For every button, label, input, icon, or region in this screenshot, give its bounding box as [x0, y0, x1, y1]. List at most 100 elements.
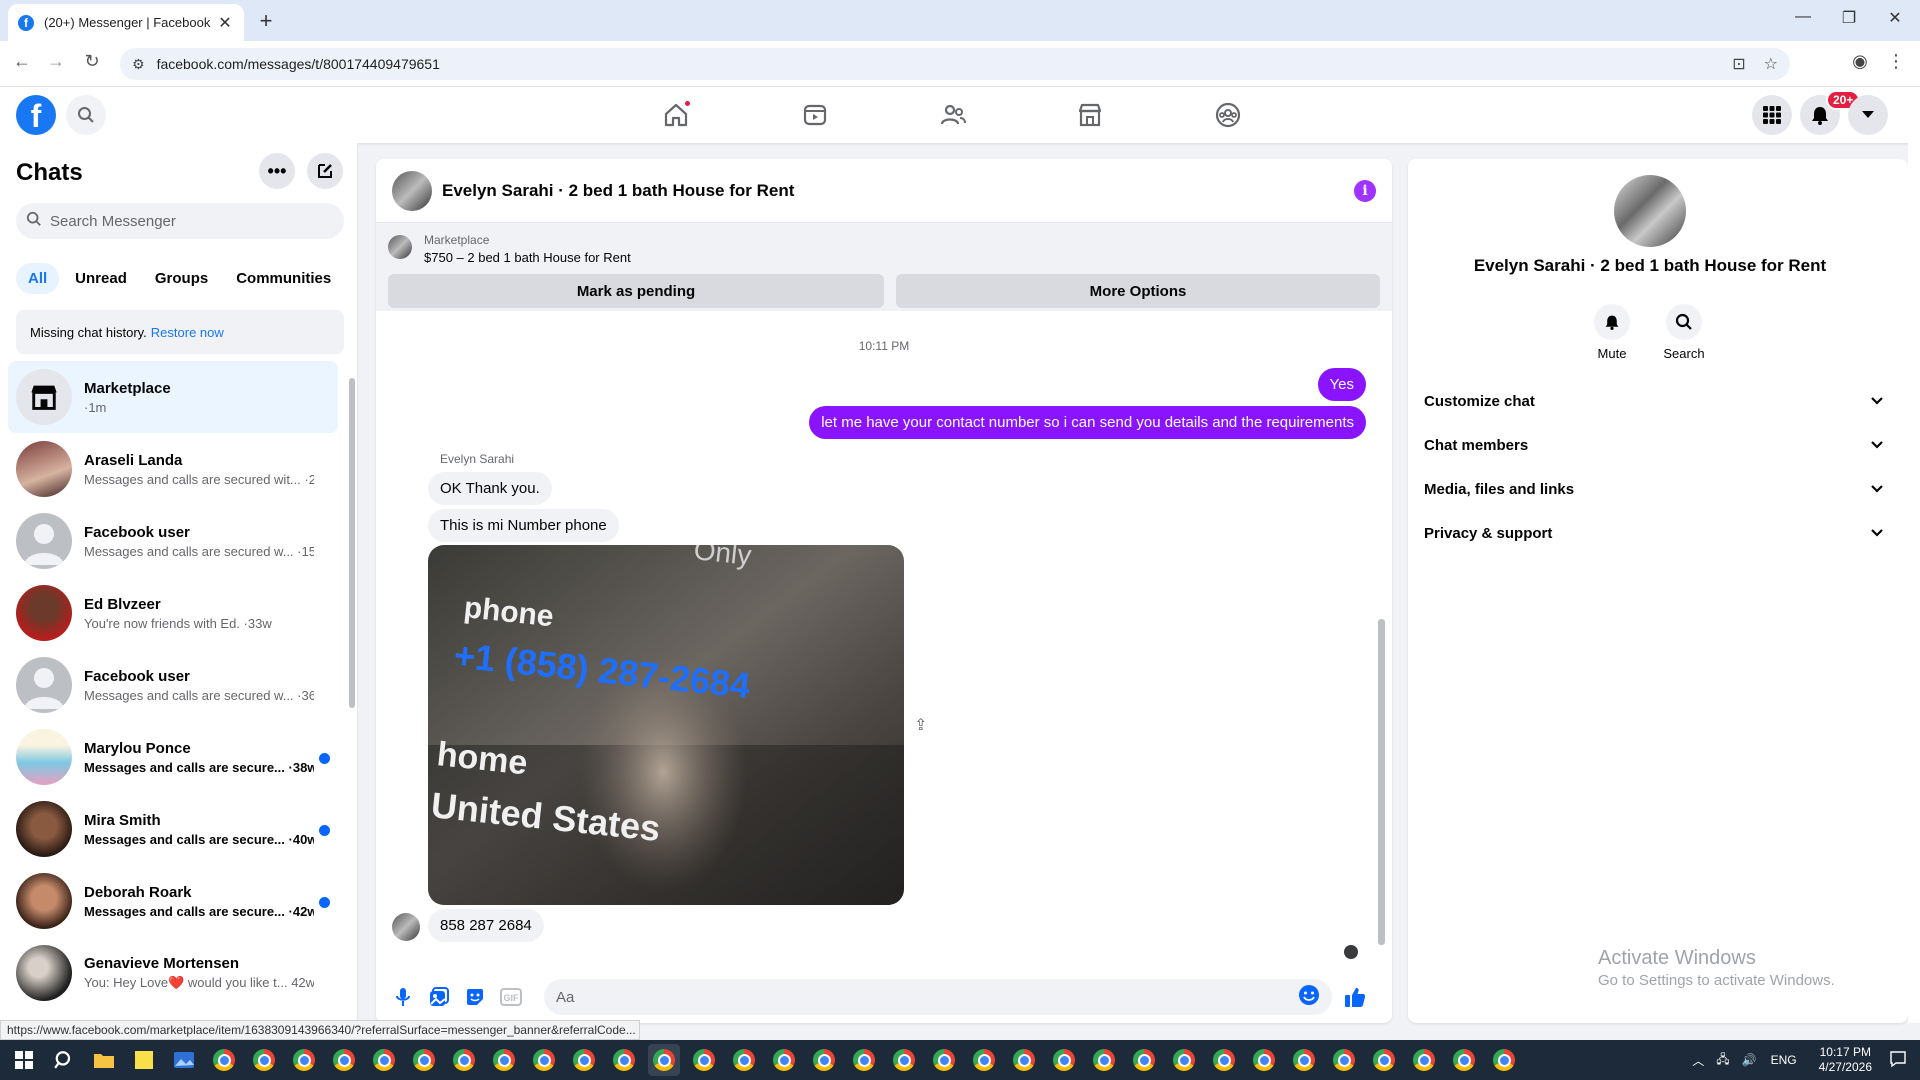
chrome-icon[interactable] [1448, 1044, 1480, 1076]
photos-app-icon[interactable] [168, 1044, 200, 1076]
profile-icon[interactable]: ◉ [1848, 51, 1872, 72]
marketplace-listing-banner[interactable]: Marketplace $750 – 2 bed 1 bath House fo… [376, 223, 1392, 311]
marketplace-nav-icon[interactable] [1070, 95, 1110, 135]
phone-number-photo[interactable]: Only phone +1 (858) 287-2684 home United… [428, 545, 904, 905]
microphone-icon[interactable] [390, 984, 416, 1010]
new-tab-button[interactable]: + [254, 8, 278, 34]
minimize-icon[interactable]: — [1788, 8, 1818, 26]
chrome-icon[interactable] [928, 1044, 960, 1076]
chat-list-scrollbar[interactable] [349, 378, 355, 708]
filter-unread[interactable]: Unread [63, 263, 139, 294]
browser-menu-icon[interactable]: ⋮ [1884, 51, 1908, 72]
network-icon[interactable]: 🖧 [1716, 1050, 1729, 1071]
conversation-info-icon[interactable]: i [1354, 179, 1376, 202]
chrome-icon[interactable] [1088, 1044, 1120, 1076]
chat-item-facebook-user[interactable]: Facebook user Messages and calls are sec… [8, 505, 338, 577]
chat-item-genavieve-mortensen[interactable]: Genavieve Mortensen You: Hey Love❤️ woul… [8, 937, 338, 1009]
bookmark-star-icon[interactable]: ☆ [1764, 54, 1778, 74]
messenger-search[interactable] [16, 203, 344, 239]
account-dropdown-icon[interactable] [1848, 95, 1888, 135]
tray-overflow-chevron-icon[interactable]: ︿ [1692, 1052, 1704, 1069]
outgoing-message[interactable]: Yes [1317, 368, 1366, 401]
incoming-message[interactable]: 858 287 2684 [428, 909, 544, 942]
chrome-icon[interactable] [448, 1044, 480, 1076]
notification-center-icon[interactable] [1890, 1050, 1906, 1070]
filter-all[interactable]: All [16, 263, 60, 294]
file-explorer-icon[interactable] [88, 1044, 120, 1076]
close-window-icon[interactable]: ✕ [1880, 8, 1910, 28]
chrome-icon[interactable] [568, 1044, 600, 1076]
chrome-icon[interactable] [1288, 1044, 1320, 1076]
share-icon[interactable]: ⇪ [914, 715, 927, 735]
chrome-icon[interactable] [608, 1044, 640, 1076]
messenger-search-input[interactable] [50, 212, 330, 230]
chrome-icon[interactable] [1048, 1044, 1080, 1076]
back-icon[interactable]: ← [10, 51, 34, 72]
emoji-icon[interactable] [1298, 984, 1320, 1011]
chrome-icon[interactable] [1128, 1044, 1160, 1076]
groups-nav-icon[interactable] [1208, 95, 1248, 135]
message-input-box[interactable] [544, 979, 1332, 1015]
filter-communities[interactable]: Communities [224, 263, 343, 294]
chrome-icon[interactable] [768, 1044, 800, 1076]
chrome-icon[interactable] [728, 1044, 760, 1076]
menu-grid-icon[interactable] [1752, 95, 1792, 135]
page-scrollbar[interactable] [1908, 87, 1920, 1023]
chrome-icon[interactable] [528, 1044, 560, 1076]
chrome-icon[interactable] [808, 1044, 840, 1076]
reload-icon[interactable]: ↻ [80, 51, 104, 72]
chrome-icon[interactable] [328, 1044, 360, 1076]
chrome-icon[interactable] [1208, 1044, 1240, 1076]
restore-window-icon[interactable]: ❐ [1834, 8, 1864, 28]
contact-avatar[interactable] [392, 170, 432, 211]
chat-item-ed-blvzeer[interactable]: Ed Blvzeer You're now friends with Ed. ·… [8, 577, 338, 649]
facebook-logo-icon[interactable]: f [16, 95, 56, 135]
chat-item-deborah-roark[interactable]: Deborah Roark Messages and calls are sec… [8, 865, 338, 937]
chat-item-mira-smith[interactable]: Mira Smith Messages and calls are secure… [8, 793, 338, 865]
chat-options-button[interactable]: ••• [259, 153, 295, 189]
address-bar[interactable]: ⚙ facebook.com/messages/t/80017440947965… [120, 48, 1790, 80]
chrome-icon[interactable] [248, 1044, 280, 1076]
contact-profile-photo[interactable] [1614, 175, 1686, 247]
taskbar-clock[interactable]: 10:17 PM 4/27/2026 [1819, 1045, 1872, 1075]
facebook-search-icon[interactable] [66, 95, 106, 135]
chrome-icon[interactable] [1368, 1044, 1400, 1076]
new-message-button[interactable] [307, 153, 343, 189]
more-options-button[interactable]: More Options [896, 274, 1380, 308]
gif-icon[interactable]: GIF [498, 984, 524, 1010]
taskbar-search-icon[interactable] [48, 1044, 80, 1076]
attach-photo-icon[interactable] [426, 984, 452, 1010]
windows-start-icon[interactable] [8, 1044, 40, 1076]
incoming-message[interactable]: OK Thank you. [428, 472, 552, 505]
chrome-icon[interactable] [1328, 1044, 1360, 1076]
message-input[interactable] [556, 988, 1298, 1006]
close-tab-icon[interactable]: ✕ [216, 13, 234, 33]
chat-item-marketplace[interactable]: Marketplace ·1m [8, 361, 338, 433]
chrome-icon[interactable] [1168, 1044, 1200, 1076]
mute-action[interactable]: Mute [1582, 304, 1642, 361]
outgoing-message[interactable]: let me have your contact number so i can… [809, 406, 1366, 439]
sticker-icon[interactable] [462, 984, 488, 1010]
chrome-icon[interactable] [488, 1044, 520, 1076]
chrome-icon[interactable] [1008, 1044, 1040, 1076]
home-nav-icon[interactable] [656, 95, 696, 135]
chrome-icon[interactable] [208, 1044, 240, 1076]
friends-nav-icon[interactable] [933, 95, 973, 135]
chrome-icon[interactable] [1408, 1044, 1440, 1076]
privacy-support-section[interactable]: Privacy & support [1424, 511, 1884, 555]
chat-item-marylou-ponce[interactable]: Marylou Ponce Messages and calls are sec… [8, 721, 338, 793]
chrome-icon[interactable] [408, 1044, 440, 1076]
install-app-icon[interactable]: ⊡ [1732, 54, 1745, 74]
restore-now-link[interactable]: Restore now [151, 325, 224, 340]
chrome-icon[interactable] [848, 1044, 880, 1076]
chrome-icon[interactable] [648, 1044, 680, 1076]
chat-item-facebook-user[interactable]: Facebook user Messages and calls are sec… [8, 649, 338, 721]
conversation-title[interactable]: Evelyn Sarahi · 2 bed 1 bath House for R… [442, 181, 1354, 201]
thumbs-up-icon[interactable] [1342, 984, 1368, 1010]
chrome-icon[interactable] [1248, 1044, 1280, 1076]
chrome-icon[interactable] [368, 1044, 400, 1076]
media-files-links-section[interactable]: Media, files and links [1424, 467, 1884, 511]
incoming-message[interactable]: This is mi Number phone [428, 509, 619, 542]
chat-members-section[interactable]: Chat members [1424, 423, 1884, 467]
site-settings-icon[interactable]: ⚙ [132, 56, 145, 73]
